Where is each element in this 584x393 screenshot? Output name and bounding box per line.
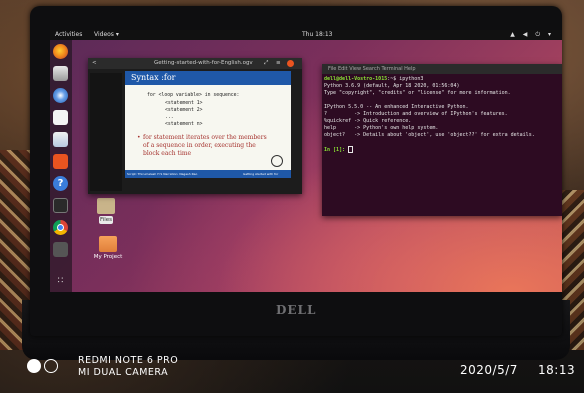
slide-footer: Script: Thirumalesh H S Narration: Nages… <box>125 170 291 178</box>
writer-icon[interactable] <box>53 132 68 147</box>
terminal-line: IPython 5.5.0 -- An enhanced Interactive… <box>324 104 469 110</box>
video-frame-slide[interactable]: Syntax :for for <loop variable> in seque… <box>125 71 291 178</box>
screen: Activities Videos ▾ Thu 18:13 ▲ ◀ ⏻ ▾ ? … <box>50 30 562 292</box>
system-tray[interactable]: ▲ ◀ ⏻ ▾ <box>510 30 554 40</box>
video-title: Getting-started-with-for-English.ogv <box>154 60 253 66</box>
laptop-brand-logo: DELL <box>276 303 317 317</box>
slide-code-line: for <loop variable> in sequence: <box>147 93 240 98</box>
slide-code-line: <statement 1> <box>165 101 203 106</box>
app-icon[interactable] <box>53 242 68 257</box>
desktop-icon-my-project[interactable]: My Project <box>88 236 128 260</box>
video-titlebar[interactable]: < Getting-started-with-for-English.ogv ⤢… <box>88 58 302 69</box>
dock: ? ∷ <box>50 40 72 292</box>
slide-code-line: <statement 2> <box>165 108 203 113</box>
app-menu[interactable]: Videos ▾ <box>94 30 119 40</box>
terminal-line: Python 3.6.9 (default, Apr 18 2020, 01:5… <box>324 83 460 89</box>
prompt-user: dell@dell-Vostro-1015 <box>324 76 388 82</box>
firefox-icon[interactable] <box>53 44 68 59</box>
terminal-window[interactable]: File Edit View Search Terminal Help dell… <box>322 64 562 216</box>
ipython-in-prompt: In [1]: <box>324 147 349 153</box>
file-icon <box>97 198 115 214</box>
terminal-line: help -> Python's own help system. <box>324 125 439 131</box>
clock[interactable]: Thu 18:13 <box>302 30 332 40</box>
prompt-command: :~$ ipython3 <box>387 76 424 82</box>
close-icon[interactable] <box>287 60 294 67</box>
folder-icon <box>99 236 117 252</box>
terminal-menu-bar[interactable]: File Edit View Search Terminal Help <box>328 64 416 74</box>
tutorial-logo-icon <box>271 155 283 167</box>
desktop-icon-label: Files <box>98 216 114 224</box>
help-icon[interactable]: ? <box>53 176 68 191</box>
ubuntu-software-icon[interactable] <box>53 154 68 169</box>
terminal-cursor[interactable] <box>348 146 354 153</box>
slide-footer-credits: Script: Thirumalesh H S Narration: Nages… <box>127 172 198 176</box>
back-icon[interactable]: < <box>92 58 97 69</box>
thunderbird-icon[interactable] <box>53 88 68 103</box>
terminal-icon[interactable] <box>53 198 68 213</box>
desktop-icon-files[interactable]: Files <box>86 198 126 224</box>
watermark-date: 2020/5/7 <box>460 363 518 377</box>
activities-button[interactable]: Activities <box>55 30 82 40</box>
terminal-output[interactable]: dell@dell-Vostro-1015:~$ ipython3 Python… <box>324 76 560 154</box>
terminal-titlebar[interactable]: File Edit View Search Terminal Help <box>322 64 562 74</box>
show-applications-icon[interactable]: ∷ <box>53 274 68 289</box>
terminal-line: ? -> Introduction and overview of IPytho… <box>324 111 508 117</box>
watermark-camera: MI DUAL CAMERA <box>78 367 169 378</box>
terminal-line: %quickref -> Quick reference. <box>324 118 412 124</box>
rhythmbox-icon[interactable] <box>53 110 68 125</box>
slide-code-line: <statement n> <box>165 122 203 127</box>
slide-code-line: ... <box>165 115 174 120</box>
video-player-window[interactable]: < Getting-started-with-for-English.ogv ⤢… <box>88 58 302 194</box>
top-bar: Activities Videos ▾ Thu 18:13 ▲ ◀ ⏻ ▾ <box>50 30 562 40</box>
files-icon[interactable] <box>53 66 68 81</box>
watermark-time: 18:13 <box>538 363 576 377</box>
menu-icon[interactable]: ≡ <box>276 58 281 69</box>
bullet-icon: • <box>137 134 141 141</box>
terminal-line: Type "copyright", "credits" or "license"… <box>324 90 511 96</box>
terminal-line: object? -> Details about 'object', use '… <box>324 132 535 138</box>
slide-heading: Syntax :for <box>125 71 291 85</box>
camera-logo-icon <box>27 355 67 377</box>
watermark-device: REDMI NOTE 6 PRO <box>78 355 179 366</box>
slide-bullet: for statement iterates over the members … <box>143 134 267 157</box>
desktop-icon-label: My Project <box>93 254 123 260</box>
video-playlist-strip <box>90 73 122 191</box>
slide-footer-title: Getting started with for <box>243 172 279 176</box>
chrome-icon[interactable] <box>53 220 68 235</box>
fullscreen-icon[interactable]: ⤢ <box>264 58 268 69</box>
